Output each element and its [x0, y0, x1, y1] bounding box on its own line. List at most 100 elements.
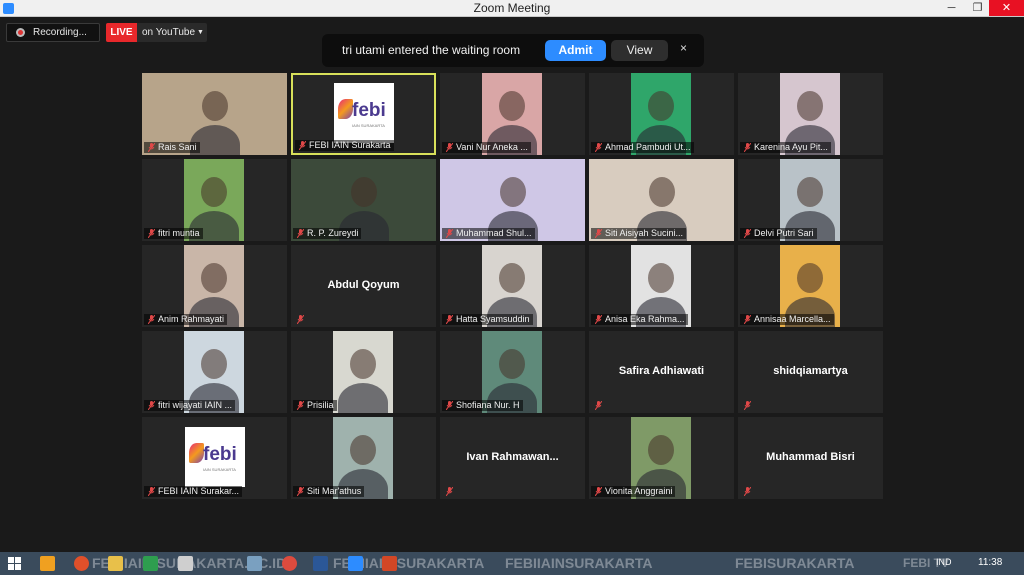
- participant-tile[interactable]: Anisa Eka Rahma...: [589, 245, 734, 327]
- participant-tile[interactable]: Anim Rahmayati: [142, 245, 287, 327]
- participant-name-label: FEBI IAIN Surakarta: [295, 140, 394, 151]
- participant-name-label: fitri muntia: [144, 228, 203, 239]
- firefox-icon[interactable]: [74, 556, 89, 571]
- muted-mic-icon: [595, 487, 602, 496]
- participant-name-label: Delvi Putri Sari: [740, 228, 817, 239]
- app-icon[interactable]: [178, 556, 193, 571]
- view-button[interactable]: View: [611, 40, 668, 61]
- minimize-button[interactable]: ─: [938, 0, 965, 16]
- participant-name-label: [740, 400, 757, 411]
- person-silhouette: [201, 349, 227, 380]
- participant-tile[interactable]: Prisilia: [291, 331, 436, 413]
- participant-name: fitri muntia: [158, 228, 200, 238]
- participant-name-label: Vionita Anggraini: [591, 486, 676, 497]
- participant-tile[interactable]: shidqiamartya: [738, 331, 883, 413]
- participant-tile[interactable]: Siti Mar'athus: [291, 417, 436, 499]
- person-silhouette: [499, 177, 526, 208]
- participant-tile[interactable]: Abdul Qoyum: [291, 245, 436, 327]
- participant-name: Ahmad Pambudi Ut...: [605, 142, 691, 152]
- participant-tile[interactable]: Siti Aisiyah Sucini...: [589, 159, 734, 241]
- logo-mark-icon: [338, 99, 353, 119]
- participant-name-label: [591, 400, 608, 411]
- participant-tile[interactable]: Ivan Rahmawan...: [440, 417, 585, 499]
- participant-tile[interactable]: febi IAIN SURAKARTA FEBI IAIN Surakar...: [142, 417, 287, 499]
- close-window-button[interactable]: ✕: [989, 0, 1024, 16]
- muted-mic-icon: [744, 487, 751, 496]
- person-silhouette: [350, 177, 377, 208]
- muted-mic-icon: [297, 487, 304, 496]
- chevron-down-icon: ▼: [197, 29, 204, 36]
- person-silhouette: [648, 177, 675, 208]
- participant-name-label: fitri wijayati IAIN ...: [144, 400, 236, 411]
- word-icon[interactable]: [313, 556, 328, 571]
- participant-tile[interactable]: Muhammad Bisri: [738, 417, 883, 499]
- file-explorer-icon[interactable]: [108, 556, 123, 571]
- logo-subtitle: IAIN SURAKARTA: [203, 467, 236, 472]
- participant-name: Vani Nur Aneka ...: [456, 142, 528, 152]
- participant-name-label: [740, 486, 757, 497]
- recording-indicator[interactable]: Recording...: [6, 23, 100, 42]
- muted-mic-icon: [148, 487, 155, 496]
- participant-name: Rais Sani: [158, 142, 197, 152]
- person-silhouette: [350, 435, 376, 466]
- participant-tile[interactable]: Muhammad Shul...: [440, 159, 585, 241]
- participant-tile[interactable]: Vionita Anggraini: [589, 417, 734, 499]
- participant-name-label: Vani Nur Aneka ...: [442, 142, 531, 153]
- muted-mic-icon: [297, 401, 304, 410]
- windows-start-icon[interactable]: [8, 557, 21, 570]
- powerpoint-icon[interactable]: [382, 556, 397, 571]
- logo-text: febi: [203, 444, 237, 465]
- recording-label: Recording...: [33, 27, 87, 38]
- participant-tile[interactable]: R. P. Zureydi: [291, 159, 436, 241]
- participant-name: Hatta Syamsuddin: [456, 314, 530, 324]
- person-silhouette: [648, 91, 674, 122]
- participant-tile[interactable]: Annisaa Marcella...: [738, 245, 883, 327]
- febi-logo: febi IAIN SURAKARTA: [334, 83, 394, 143]
- window-title: Zoom Meeting: [473, 1, 551, 15]
- live-stream-menu[interactable]: LIVE on YouTube ▼: [106, 23, 207, 42]
- participant-name: Prisilia: [307, 400, 334, 410]
- participant-display-name: Abdul Qoyum: [327, 279, 400, 291]
- logo-text: febi: [352, 100, 386, 121]
- muted-mic-icon: [595, 229, 602, 238]
- muted-mic-icon: [148, 229, 155, 238]
- waiting-room-notification: tri utami entered the waiting room Admit…: [322, 34, 704, 67]
- participant-name-label: Siti Aisiyah Sucini...: [591, 228, 687, 239]
- participant-tile[interactable]: fitri muntia: [142, 159, 287, 241]
- clock[interactable]: 11:38: [978, 557, 1002, 568]
- logo-subtitle: IAIN SURAKARTA: [352, 123, 385, 128]
- input-language[interactable]: IND: [936, 557, 952, 567]
- participant-tile[interactable]: Karenina Ayu Pit...: [738, 73, 883, 155]
- participant-name: Muhammad Shul...: [456, 228, 532, 238]
- participant-tile[interactable]: Safira Adhiawati: [589, 331, 734, 413]
- app-icon[interactable]: [143, 556, 158, 571]
- logo-mark-icon: [189, 443, 204, 463]
- media-player-icon[interactable]: [40, 556, 55, 571]
- participant-tile[interactable]: Hatta Syamsuddin: [440, 245, 585, 327]
- person-silhouette: [338, 383, 388, 413]
- participant-tile[interactable]: Shofiana Nur. H: [440, 331, 585, 413]
- participant-tile[interactable]: Ahmad Pambudi Ut...: [589, 73, 734, 155]
- live-badge: LIVE: [106, 23, 137, 42]
- participant-tile[interactable]: febi IAIN SURAKARTA FEBI IAIN Surakarta: [291, 73, 436, 155]
- person-silhouette: [499, 349, 525, 380]
- participant-display-name: Safira Adhiawati: [618, 365, 705, 377]
- person-silhouette: [201, 91, 228, 122]
- muted-mic-icon: [297, 315, 304, 324]
- participant-tile[interactable]: Vani Nur Aneka ...: [440, 73, 585, 155]
- close-notification-icon[interactable]: ×: [680, 41, 687, 55]
- app-icon[interactable]: [247, 556, 262, 571]
- chrome-icon[interactable]: [282, 556, 297, 571]
- maximize-button[interactable]: ❐: [964, 0, 991, 16]
- participant-name: fitri wijayati IAIN ...: [158, 400, 233, 410]
- participant-name: Karenina Ayu Pit...: [754, 142, 828, 152]
- zoom-icon[interactable]: [348, 556, 363, 571]
- participant-name: Anim Rahmayati: [158, 314, 225, 324]
- participant-tile[interactable]: Rais Sani: [142, 73, 287, 155]
- participant-tile[interactable]: Delvi Putri Sari: [738, 159, 883, 241]
- participant-tile[interactable]: fitri wijayati IAIN ...: [142, 331, 287, 413]
- admit-button[interactable]: Admit: [545, 40, 606, 61]
- window-titlebar: Zoom Meeting ─ ❐ ✕: [0, 0, 1024, 17]
- muted-mic-icon: [446, 401, 453, 410]
- participant-display-name: Muhammad Bisri: [766, 451, 855, 463]
